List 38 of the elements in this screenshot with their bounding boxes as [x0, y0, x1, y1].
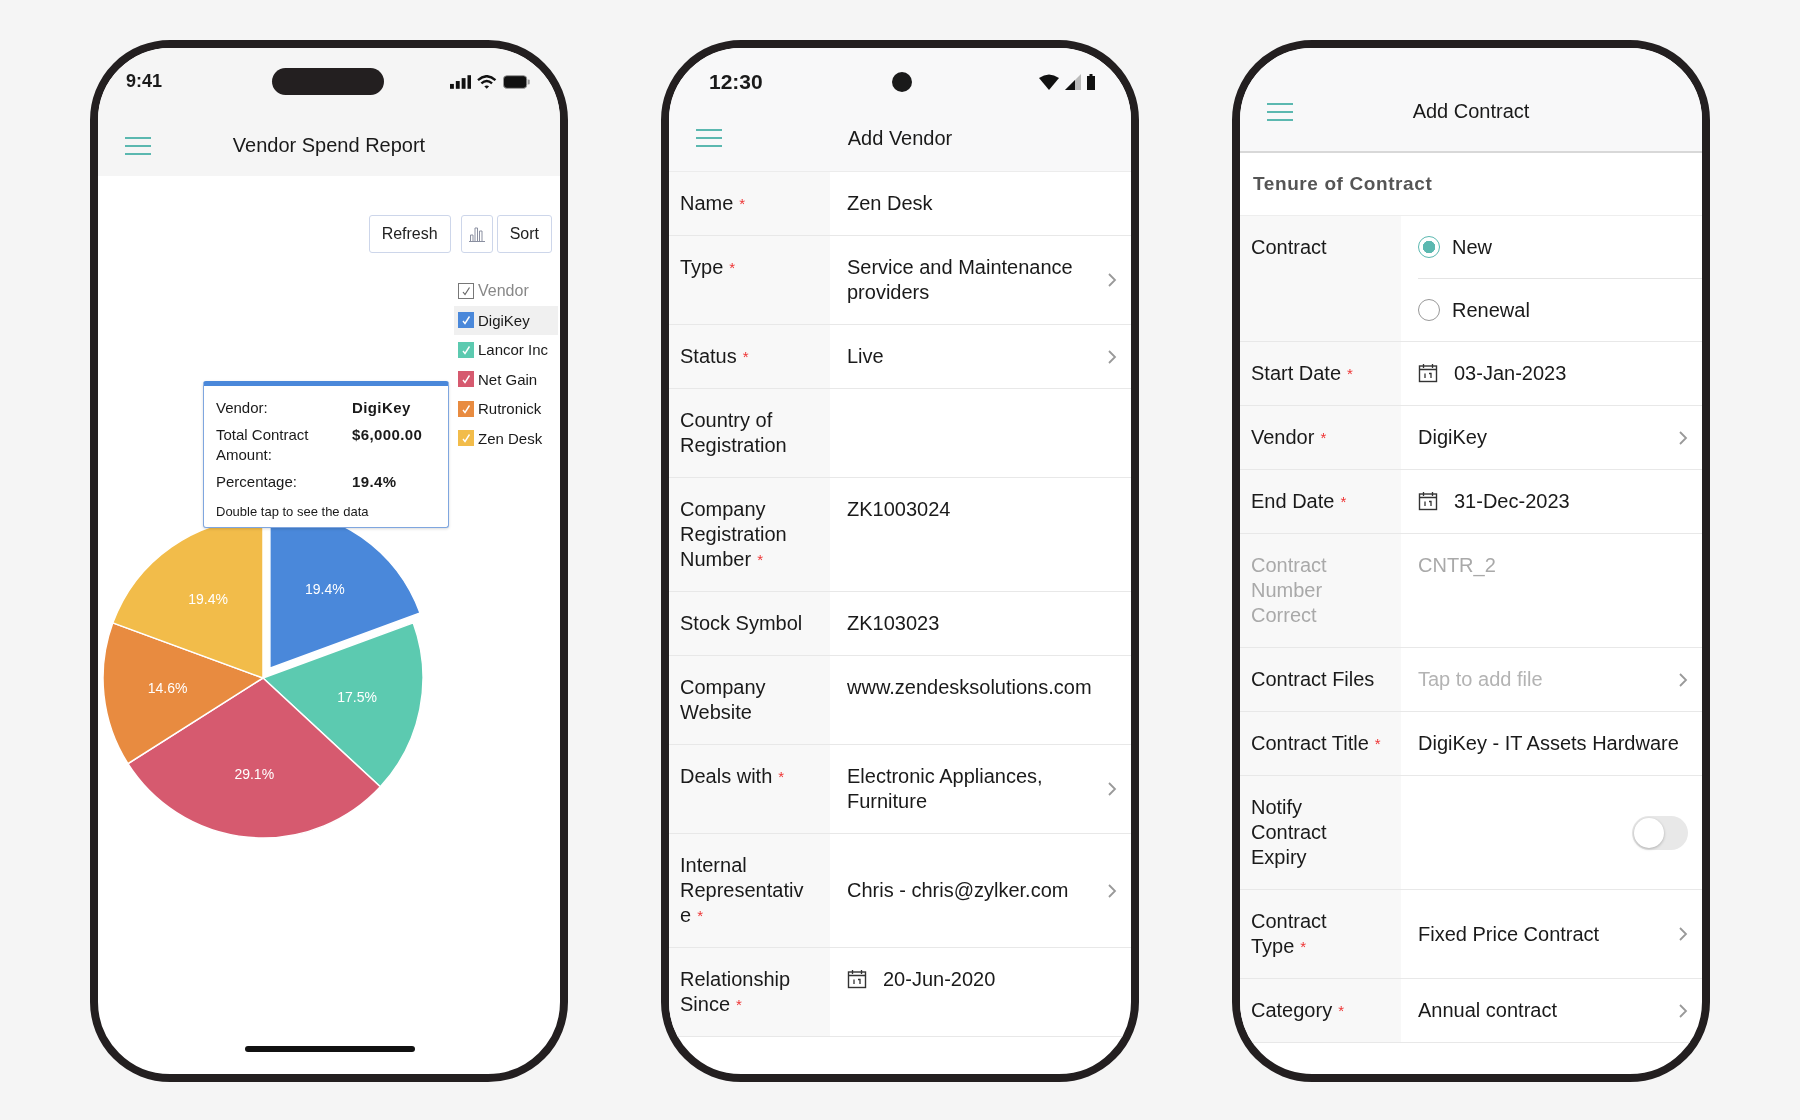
field-label: Deals with * [669, 745, 830, 833]
tooltip-value: $6,000.00 [352, 425, 424, 445]
legend-title: Vendor [478, 281, 529, 300]
status-time: 12:30 [709, 69, 764, 94]
field-label: Country of Registration [669, 389, 830, 477]
screen-title: Vendor Spend Report [231, 134, 427, 157]
slice-label: 19.4% [304, 581, 345, 598]
slice-label: 19.4% [188, 591, 228, 608]
tooltip-value: 19.4% [352, 472, 398, 492]
field-label: Stock Symbol [669, 592, 830, 655]
field-label: Company Website [669, 656, 830, 744]
tooltip-value: DigiKey [352, 398, 412, 418]
slice-label: 29.1% [234, 765, 275, 782]
field-label: Contract [1240, 216, 1401, 341]
tooltip-hint: Double tap to see the data [216, 504, 370, 519]
field-label: Relationship Since * [669, 948, 830, 1036]
slice-label: 14.6% [147, 680, 188, 697]
field-label: Name * [669, 172, 830, 235]
slice-label: 17.5% [337, 688, 377, 705]
field-label: Contract Files [1240, 648, 1401, 711]
field-label: Type * [669, 236, 830, 324]
field-label: Contract Number Correct [1240, 534, 1401, 647]
tooltip-label: Total Contract Amount: [216, 425, 310, 465]
screen-title: Add Contract [1411, 100, 1531, 123]
field-label: Status * [669, 325, 830, 388]
field-label: Vendor * [1240, 406, 1401, 469]
field-label: Category * [1240, 979, 1401, 1042]
status-time: 9:41 [126, 71, 164, 92]
field-label: Contract Title * [1240, 712, 1401, 775]
field-label: Company Registration Number * [669, 478, 830, 591]
field-label: End Date * [1240, 470, 1401, 533]
field-label: Notify Contract Expiry [1240, 776, 1401, 889]
screen-title: Add Vendor [846, 126, 954, 150]
field-label: Internal Representative * [669, 834, 830, 947]
field-label: Start Date * [1240, 342, 1401, 405]
tooltip-label: Vendor: [216, 398, 269, 418]
tooltip-label: Percentage: [216, 472, 298, 492]
field-label: Contract Type * [1240, 890, 1401, 978]
